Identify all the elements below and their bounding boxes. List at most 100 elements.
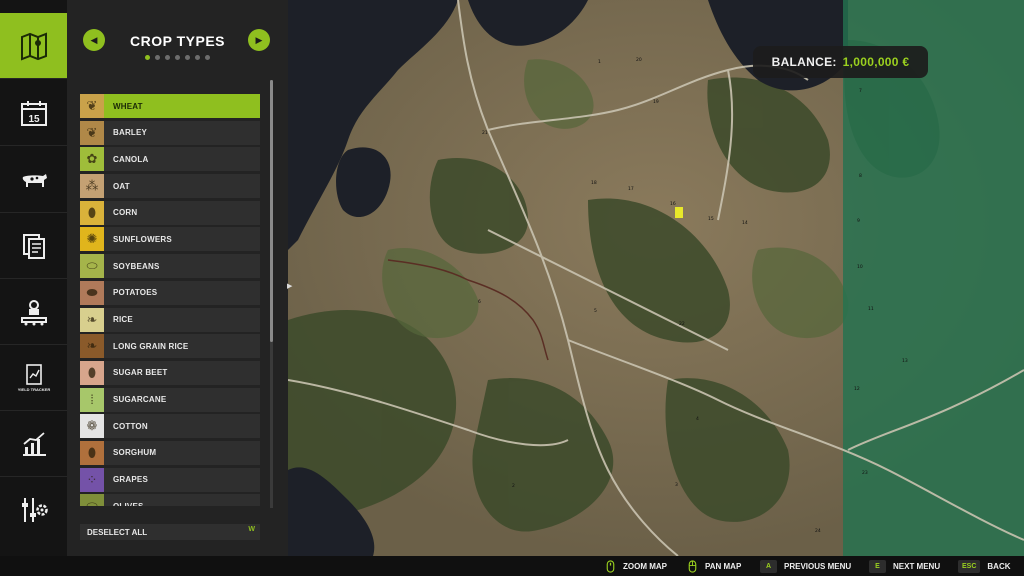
svg-text:15: 15 — [28, 114, 40, 125]
cotton-icon: ❁ — [80, 414, 104, 439]
crop-types-panel: ◀ CROP TYPES ▶ ❦ WHEAT ❦ BARLEY ✿ CANOLA ⁂ OAT ⬮… — [67, 0, 288, 556]
page-dot[interactable] — [185, 55, 190, 60]
documents-icon — [22, 233, 45, 259]
crop-item-canola[interactable]: ✿ CANOLA — [80, 147, 260, 172]
page-dot[interactable] — [205, 55, 210, 60]
svg-text:12: 12 — [854, 386, 860, 392]
crop-item-sugarcane[interactable]: ⁞ SUGARCANE — [80, 387, 260, 412]
farm-map[interactable]: 1 20 19 21 18 17 16 15 14 6 5 22 4 3 2 2… — [288, 0, 1024, 556]
crop-label: SUGARCANE — [113, 395, 167, 405]
crop-item-long-grain-rice[interactable]: ❧ LONG GRAIN RICE — [80, 334, 260, 359]
deselect-all-button[interactable]: DESELECT ALL W — [80, 524, 260, 540]
sugar-beet-icon: ⬮ — [80, 360, 104, 385]
grapes-icon: ⁘ — [80, 467, 104, 492]
barley-icon: ❦ — [80, 120, 104, 145]
page-dot[interactable] — [145, 55, 150, 60]
crop-item-grapes[interactable]: ⁘ GRAPES — [80, 467, 260, 492]
sunflowers-icon: ✺ — [80, 227, 104, 252]
svg-text:16: 16 — [670, 201, 676, 207]
statistics-tab[interactable] — [0, 411, 67, 477]
scrollbar-thumb[interactable] — [270, 80, 273, 342]
yield-tracker-icon: YIELD TRACKER — [17, 363, 50, 392]
yield-tracker-tab[interactable]: YIELD TRACKER — [0, 345, 67, 411]
settings-icon — [21, 498, 48, 522]
balance-value: 1,000,000 € — [842, 55, 910, 69]
collapse-panel-icon[interactable]: ▶ — [287, 282, 293, 292]
previous-menu-label: PREVIOUS MENU — [784, 561, 852, 571]
crop-item-sugar-beet[interactable]: ⬮ SUGAR BEET — [80, 360, 260, 385]
balance-display: BALANCE: 1,000,000 € — [753, 46, 928, 78]
crop-item-corn[interactable]: ⬮ CORN — [80, 200, 260, 225]
map-icon — [20, 32, 47, 60]
crop-item-sorghum[interactable]: ⬮ SORGHUM — [80, 440, 260, 465]
rice-icon: ❧ — [80, 307, 104, 332]
back-hint[interactable]: ESC BACK — [958, 559, 1011, 573]
statistics-icon — [22, 431, 46, 456]
crop-label: CANOLA — [113, 154, 149, 164]
svg-text:17: 17 — [628, 186, 634, 192]
svg-text:6: 6 — [478, 299, 481, 305]
previous-menu-hint[interactable]: A PREVIOUS MENU — [760, 559, 851, 573]
crop-label: SUGAR BEET — [113, 368, 168, 378]
page-dot[interactable] — [195, 55, 200, 60]
svg-text:2: 2 — [512, 483, 515, 489]
crop-item-wheat[interactable]: ❦ WHEAT — [80, 94, 260, 118]
svg-text:11: 11 — [868, 306, 874, 312]
crop-label: OAT — [113, 181, 130, 191]
calendar-icon: 15 — [20, 100, 47, 126]
contracts-tab[interactable] — [0, 213, 67, 279]
crop-item-olives[interactable]: ⬭ OLIVES — [80, 494, 260, 506]
svg-text:20: 20 — [636, 57, 642, 63]
next-menu-hint[interactable]: E NEXT MENU — [869, 559, 940, 573]
oat-icon: ⁂ — [80, 174, 104, 199]
crop-item-soybeans[interactable]: ⬭ SOYBEANS — [80, 254, 260, 279]
svg-text:21: 21 — [482, 130, 488, 136]
deselect-key-hint: W — [248, 526, 255, 533]
svg-text:10: 10 — [857, 264, 863, 270]
crop-label: RICE — [113, 315, 133, 324]
svg-text:8: 8 — [859, 173, 862, 179]
field-marker — [675, 207, 683, 218]
crop-item-cotton[interactable]: ❁ COTTON — [80, 414, 260, 439]
production-tab[interactable] — [0, 279, 67, 345]
crop-item-rice[interactable]: ❧ RICE — [80, 307, 260, 332]
mouse-drag-icon — [688, 559, 697, 573]
svg-text:4: 4 — [696, 416, 699, 422]
calendar-tab[interactable]: 15 — [0, 80, 67, 146]
svg-text:15: 15 — [708, 216, 714, 222]
sugarcane-icon: ⁞ — [80, 387, 104, 412]
page-dot[interactable] — [165, 55, 170, 60]
crop-list-scrollbar[interactable] — [270, 80, 273, 508]
svg-text:13: 13 — [902, 358, 908, 364]
crop-label: LONG GRAIN RICE — [113, 341, 189, 351]
crop-item-potatoes[interactable]: ⬬ POTATOES — [80, 280, 260, 305]
pan-map-hint[interactable]: PAN MAP — [686, 559, 741, 573]
mouse-wheel-icon — [606, 559, 615, 573]
next-page-button[interactable]: ▶ — [248, 29, 270, 51]
crop-label: SORGHUM — [113, 448, 157, 458]
animals-tab[interactable] — [0, 147, 67, 213]
svg-text:5: 5 — [594, 308, 597, 314]
crop-label: WHEAT — [113, 101, 143, 111]
crop-item-sunflowers[interactable]: ✺ SUNFLOWERS — [80, 227, 260, 252]
map-tab[interactable] — [0, 13, 67, 79]
page-dot[interactable] — [155, 55, 160, 60]
pan-map-label: PAN MAP — [705, 561, 742, 571]
crop-label: SOYBEANS — [113, 261, 160, 271]
menu-icon-bar: 15 YIELD TRACKER — [0, 0, 73, 556]
previous-menu-key: A — [760, 559, 777, 573]
crop-list[interactable]: ❦ WHEAT ❦ BARLEY ✿ CANOLA ⁂ OAT ⬮ CORN ✺ SUNFLOWERS… — [80, 94, 260, 506]
potatoes-icon: ⬬ — [80, 280, 104, 305]
zoom-map-label: ZOOM MAP — [623, 561, 667, 571]
crop-item-oat[interactable]: ⁂ OAT — [80, 174, 260, 199]
svg-text:1: 1 — [598, 59, 601, 65]
svg-text:22: 22 — [679, 321, 685, 327]
crop-item-barley[interactable]: ❦ BARLEY — [80, 120, 260, 145]
balance-label: BALANCE: — [771, 55, 837, 69]
crop-label: OLIVES — [113, 502, 144, 506]
long-grain-rice-icon: ❧ — [80, 334, 104, 359]
corn-icon: ⬮ — [80, 200, 104, 225]
settings-tab[interactable] — [0, 477, 67, 543]
zoom-map-hint[interactable]: ZOOM MAP — [604, 559, 667, 573]
page-dot[interactable] — [175, 55, 180, 60]
